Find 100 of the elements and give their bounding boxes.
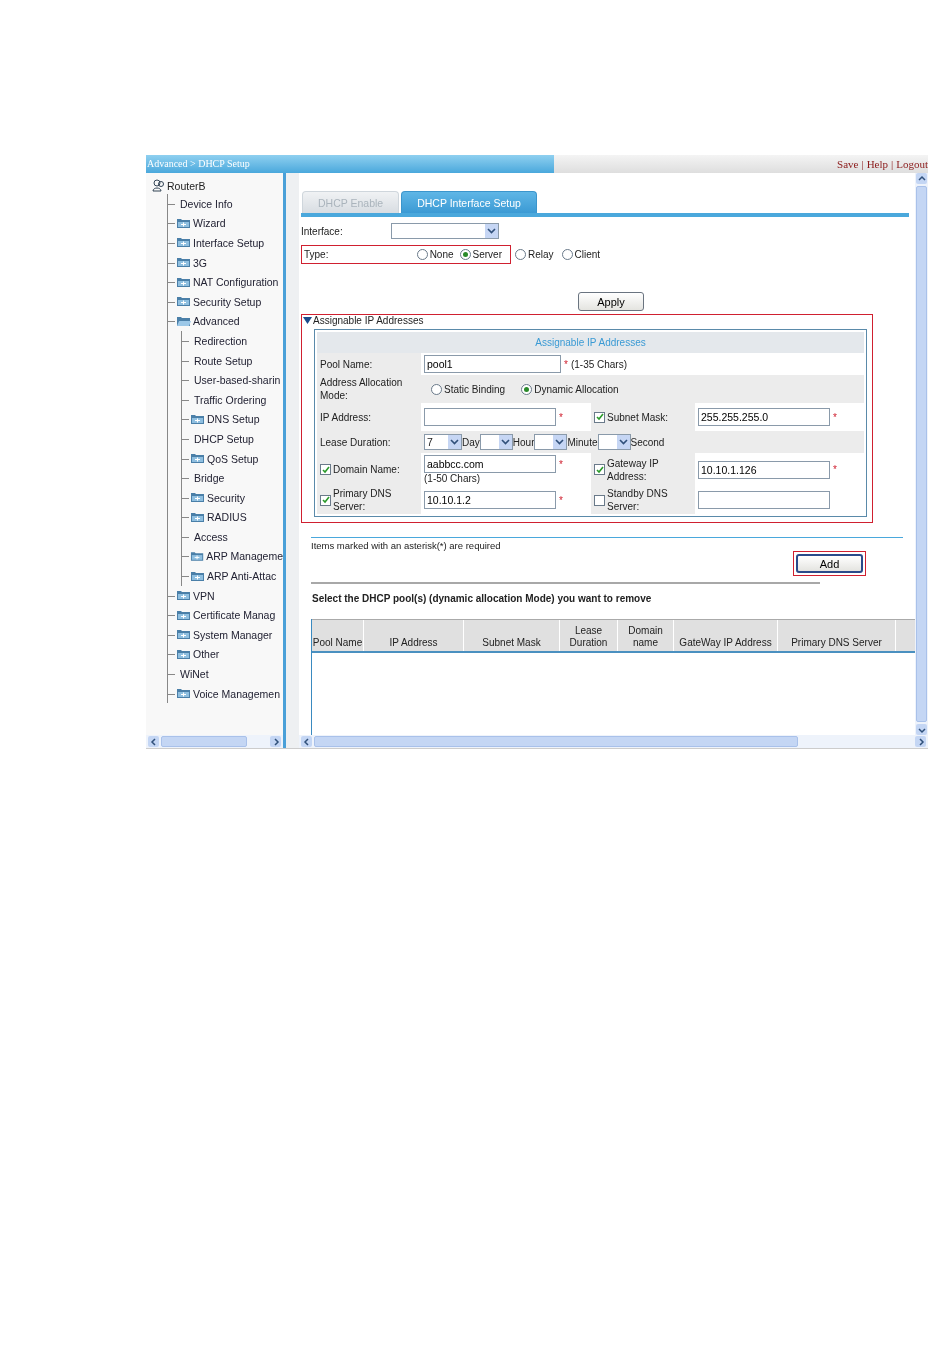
- vertical-scrollbar[interactable]: [915, 173, 928, 735]
- caret-icon: [616, 435, 630, 449]
- input-field[interactable]: pool1: [424, 355, 561, 373]
- unit-label: Day: [462, 436, 480, 448]
- input-field[interactable]: aabbcc.com: [424, 455, 556, 473]
- sidebar-item[interactable]: Redirection: [194, 334, 248, 347]
- input-field[interactable]: [698, 491, 830, 509]
- radio-option[interactable]: Dynamic Allocation: [521, 383, 619, 395]
- sidebar-item[interactable]: Certificate Manag: [193, 609, 276, 622]
- caret-icon: [498, 435, 512, 449]
- dropdown[interactable]: [534, 434, 568, 450]
- field-label: Address Allocation Mode:: [320, 376, 404, 402]
- sidebar-item[interactable]: Security Setup: [193, 295, 262, 308]
- radio-option[interactable]: Static Binding: [431, 383, 506, 395]
- input-field[interactable]: [424, 408, 556, 426]
- horizontal-scrollbar[interactable]: [146, 735, 283, 748]
- sidebar-item[interactable]: Interface Setup: [193, 237, 265, 249]
- sidebar-item[interactable]: RADIUS: [207, 511, 247, 524]
- radio-option[interactable]: Relay: [515, 249, 554, 260]
- sidebar-item[interactable]: Device Info: [180, 197, 233, 210]
- column-header: GateWay IP Address: [674, 620, 778, 651]
- sidebar-item[interactable]: 3G: [193, 256, 207, 269]
- header-link[interactable]: Save: [837, 158, 859, 170]
- column-header: Primary DNS Server: [778, 620, 896, 651]
- checkbox[interactable]: [594, 411, 605, 423]
- sidebar-item[interactable]: Bridge: [194, 472, 225, 485]
- sidebar-item[interactable]: ARP Anti-Attac: [207, 570, 277, 583]
- add-button[interactable]: Add: [796, 554, 863, 573]
- required-mark: *: [833, 411, 837, 423]
- sidebar-item[interactable]: Advanced: [193, 315, 240, 328]
- sidebar-item[interactable]: Route Setup: [194, 354, 253, 367]
- sidebar-item[interactable]: Access: [194, 530, 228, 543]
- field-label: Subnet Mask:: [607, 410, 669, 424]
- link-separator: |: [891, 158, 894, 170]
- input-field[interactable]: 10.10.1.2: [424, 491, 556, 509]
- sidebar-item[interactable]: NAT Configuration: [193, 276, 279, 289]
- tree-root[interactable]: RouterB: [167, 179, 206, 192]
- required-mark: *: [833, 464, 837, 475]
- sidebar-item[interactable]: Other: [193, 648, 220, 661]
- column-header: Subnet Mask: [464, 620, 560, 651]
- field-label: Gateway IP Address:: [607, 456, 660, 483]
- input-field[interactable]: 255.255.255.0: [698, 408, 830, 426]
- caret-icon: [448, 435, 461, 449]
- column-header: Pool Name: [312, 620, 364, 651]
- unit-label: Minute: [567, 436, 598, 448]
- input-field[interactable]: 10.10.1.126: [698, 460, 830, 479]
- dropdown[interactable]: [479, 434, 513, 450]
- field-label: Interface:: [301, 225, 344, 237]
- link-separator: |: [861, 158, 864, 170]
- radio-option[interactable]: Server: [459, 249, 502, 260]
- left-arrow-icon[interactable]: [148, 736, 159, 747]
- required-mark: *: [559, 411, 563, 423]
- apply-button[interactable]: Apply: [578, 292, 644, 311]
- caret-icon: [553, 435, 567, 449]
- sidebar-item[interactable]: Security: [207, 491, 245, 504]
- sidebar-item[interactable]: VPN: [193, 589, 215, 602]
- dropdown[interactable]: 7: [424, 434, 462, 450]
- sidebar-item[interactable]: ARP Manageme: [206, 550, 283, 563]
- header-link[interactable]: Logout: [896, 158, 928, 170]
- breadcrumb: Advanced > DHCP Setup: [146, 155, 554, 173]
- down-arrow-icon[interactable]: [916, 724, 927, 735]
- radio-option[interactable]: None: [416, 249, 454, 260]
- sidebar-item[interactable]: Traffic Ordering: [194, 393, 267, 406]
- header-link[interactable]: Help: [866, 158, 888, 170]
- required-mark: *: [559, 494, 563, 506]
- sidebar-item[interactable]: QoS Setup: [207, 452, 259, 465]
- required-mark: *: [564, 358, 568, 370]
- triangle-icon: [303, 317, 312, 324]
- field-label: Type:: [304, 249, 330, 260]
- users-icon: [152, 179, 166, 192]
- sidebar-item[interactable]: Voice Managemen: [193, 687, 280, 700]
- section-toggle[interactable]: Assignable IP Addresses: [303, 315, 867, 326]
- radio-option[interactable]: Client: [561, 249, 601, 260]
- note-text: Items marked with an asterisk(*) are required: [311, 540, 501, 551]
- sidebar-item[interactable]: WiNet: [180, 668, 209, 681]
- checkbox[interactable]: [594, 494, 605, 506]
- sidebar-item[interactable]: User-based-sharin: [194, 374, 281, 387]
- dropdown[interactable]: [391, 223, 499, 239]
- unit-label: Hour: [512, 436, 535, 448]
- form-title: Assignable IP Addresses: [317, 332, 864, 353]
- field-label: Pool Name:: [320, 357, 373, 371]
- caret-icon: [485, 224, 498, 238]
- sidebar-item[interactable]: System Manager: [193, 628, 273, 641]
- section-heading: Select the DHCP pool(s) (dynamic allocation Mode) you want to remove: [312, 593, 653, 604]
- left-arrow-icon[interactable]: [301, 736, 312, 747]
- column-header: Lease Duration: [560, 620, 618, 651]
- checkbox[interactable]: [320, 464, 331, 475]
- horizontal-scrollbar[interactable]: [299, 735, 928, 748]
- unit-label: Second: [630, 436, 665, 448]
- field-label: Lease Duration:: [320, 435, 391, 449]
- checkbox[interactable]: [320, 494, 331, 506]
- right-arrow-icon[interactable]: [270, 736, 281, 747]
- dropdown[interactable]: [597, 434, 631, 450]
- checkbox[interactable]: [594, 464, 605, 475]
- sidebar-item[interactable]: DHCP Setup: [194, 432, 254, 445]
- sidebar-item[interactable]: Wizard: [193, 217, 226, 230]
- sidebar-item[interactable]: DNS Setup: [207, 413, 260, 426]
- column-header: Domain name: [618, 620, 674, 651]
- up-arrow-icon[interactable]: [916, 173, 927, 184]
- right-arrow-icon[interactable]: [915, 736, 926, 747]
